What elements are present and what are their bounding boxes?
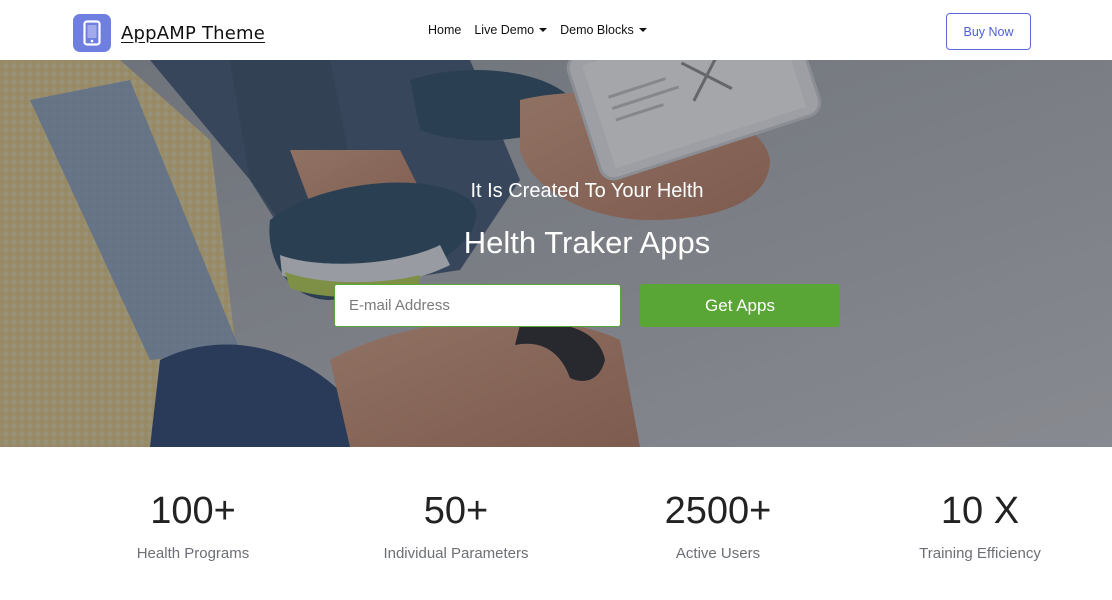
stat-value: 10 X (940, 490, 1020, 532)
nav-item-home[interactable]: Home (428, 23, 461, 37)
stats-section: 100+ Health Programs 50+ Individual Para… (0, 447, 1112, 600)
stat-value: 2500+ (664, 490, 772, 532)
stat-value: 50+ (423, 490, 489, 532)
stat-value: 100+ (150, 490, 236, 532)
site-header: AppAMP Theme Home Live Demo Demo Blocks … (0, 0, 1112, 60)
nav-item-demo-blocks[interactable]: Demo Blocks (560, 23, 647, 37)
hero-title: Helth Traker Apps (463, 225, 711, 260)
stat-item: 100+ Health Programs (63, 487, 323, 562)
nav-item-live-demo[interactable]: Live Demo (474, 23, 548, 37)
nav-item-label: Live Demo (474, 23, 535, 37)
caret-down-icon (638, 28, 647, 32)
brand-name: AppAMP Theme (121, 22, 266, 44)
smartphone-icon (73, 14, 111, 52)
get-apps-button[interactable]: Get Apps (640, 284, 840, 327)
stat-item: 2500+ Active Users (588, 487, 848, 562)
hero-kicker: It Is Created To Your Helth (470, 180, 704, 202)
buy-now-button[interactable]: Buy Now (946, 13, 1031, 50)
caret-down-icon (539, 28, 548, 32)
stat-label: Active Users (675, 545, 761, 562)
stat-label: Individual Parameters (383, 545, 529, 562)
main-nav: Home Live Demo Demo Blocks (428, 20, 660, 40)
email-field[interactable] (334, 284, 621, 327)
hero-section: It Is Created To Your Helth Helth Traker… (0, 60, 1112, 447)
nav-item-label: Home (428, 23, 462, 37)
brand-link[interactable]: AppAMP Theme (73, 14, 265, 52)
nav-item-label: Demo Blocks (560, 23, 634, 37)
stat-item: 50+ Individual Parameters (326, 487, 586, 562)
stat-label: Training Efficiency (919, 545, 1041, 562)
stat-label: Health Programs (136, 545, 250, 562)
stat-item: 10 X Training Efficiency (850, 487, 1110, 562)
